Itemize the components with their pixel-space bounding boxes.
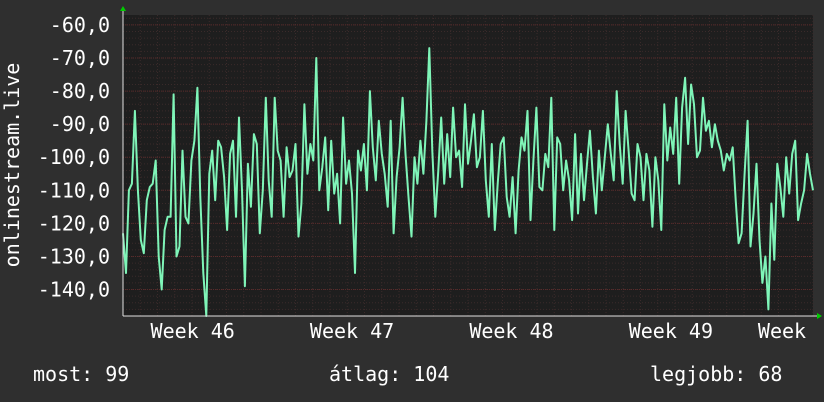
y-axis-label: onlinestream.live [0, 63, 24, 268]
x-tick-label: Week 49 [629, 319, 713, 343]
y-tick-label: -80,0 [50, 79, 110, 103]
stat-average: átlag: 104 [329, 362, 450, 386]
x-axis-ticks: Week 46 Week 47 Week 48 Week 49 Week [151, 319, 807, 343]
x-tick-label: Week 46 [151, 319, 235, 343]
chart: -60,0 -70,0 -80,0 -90,0 -100,0 -110,0 -120,0 -1… [0, 6, 822, 343]
y-tick-label: -90,0 [50, 112, 110, 136]
y-tick-label: -70,0 [50, 46, 110, 70]
x-tick-label: Week 48 [469, 319, 553, 343]
x-tick-label: Week [758, 319, 806, 343]
x-axis-arrow [817, 313, 822, 319]
y-tick-label: -130,0 [38, 244, 110, 268]
y-tick-label: -100,0 [38, 145, 110, 169]
y-tick-label: -60,0 [50, 13, 110, 37]
y-axis-arrow [120, 6, 126, 11]
stat-current: most: 99 [33, 362, 130, 386]
grid [122, 15, 814, 317]
x-tick-label: Week 47 [310, 319, 394, 343]
y-axis-ticks: -60,0 -70,0 -80,0 -90,0 -100,0 -110,0 -120,0 -1… [38, 13, 110, 302]
y-tick-label: -140,0 [38, 278, 110, 302]
stat-best: legjobb: 68 [650, 362, 783, 386]
y-tick-label: -120,0 [38, 211, 110, 235]
y-tick-label: -110,0 [38, 178, 110, 202]
